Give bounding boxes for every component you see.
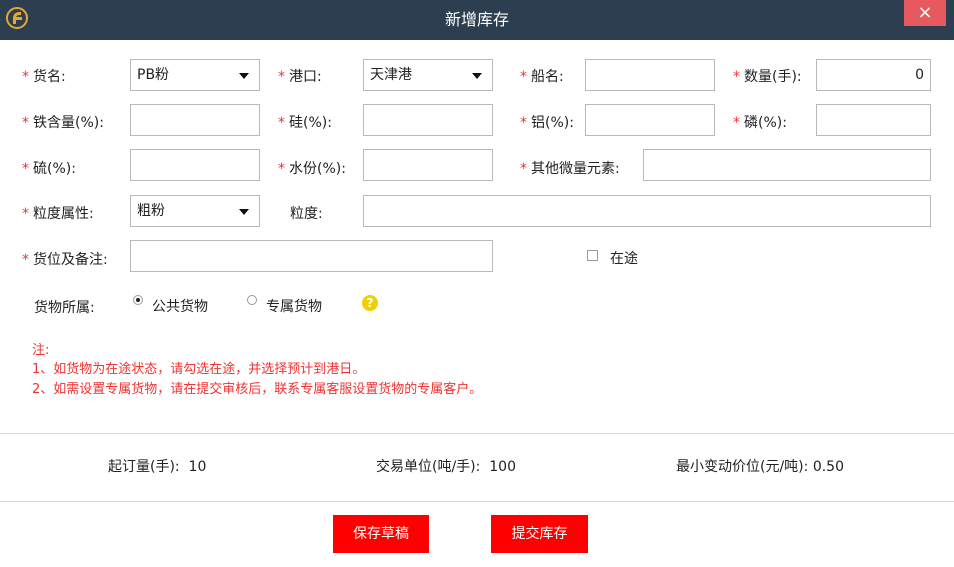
divider-top <box>0 433 954 434</box>
iron-label: * 铁含量(%): <box>22 115 104 131</box>
location-remark-label: * 货位及备注: <box>22 252 108 268</box>
iron-input[interactable] <box>130 104 260 136</box>
granularity-label: 粒度: <box>290 206 323 222</box>
aluminum-input[interactable] <box>585 104 715 136</box>
chevron-down-icon <box>239 209 249 215</box>
min-tick-info: 最小变动价位(元/吨): 0.50 <box>676 459 844 475</box>
goods-name-label: * 货名: <box>22 69 66 85</box>
exclusive-goods-radio[interactable] <box>247 295 257 305</box>
port-label: * 港口: <box>278 69 322 85</box>
port-select[interactable]: 天津港 <box>363 59 493 91</box>
granularity-input[interactable] <box>363 195 931 227</box>
silicon-label: * 硅(%): <box>278 115 332 131</box>
trace-elements-input[interactable] <box>643 149 931 181</box>
notes-title: 注: <box>32 343 50 358</box>
aluminum-label: * 铝(%): <box>520 115 574 131</box>
ship-name-input[interactable] <box>585 59 715 91</box>
sulfur-input[interactable] <box>130 149 260 181</box>
exclusive-goods-label: 专属货物 <box>266 299 322 315</box>
note-line-1: 1、如货物为在途状态，请勾选在途，并选择预计到港日。 <box>32 362 366 377</box>
quantity-label: * 数量(手): <box>733 69 802 85</box>
note-line-2: 2、如需设置专属货物，请在提交审核后，联系专属客服设置货物的专属客户。 <box>32 382 483 397</box>
ownership-label: 货物所属: <box>34 300 95 316</box>
trace-elements-label: * 其他微量元素: <box>520 161 620 177</box>
window-title: 新增库存 <box>444 10 509 29</box>
moisture-input[interactable] <box>363 149 493 181</box>
min-order-info: 起订量(手): 10 <box>108 459 207 475</box>
granularity-attr-select[interactable]: 粗粉 <box>130 195 260 227</box>
public-goods-radio[interactable] <box>133 295 143 305</box>
public-goods-label: 公共货物 <box>152 299 208 315</box>
quantity-input[interactable] <box>816 59 931 91</box>
sulfur-label: * 硫(%): <box>22 161 76 177</box>
help-icon[interactable]: ? <box>362 295 378 311</box>
moisture-label: * 水份(%): <box>278 161 346 177</box>
chevron-down-icon <box>239 73 249 79</box>
save-draft-button[interactable]: 保存草稿 <box>333 515 429 553</box>
in-transit-checkbox[interactable] <box>587 250 598 261</box>
chevron-down-icon <box>472 73 482 79</box>
close-button[interactable]: × <box>904 0 946 26</box>
submit-inventory-button[interactable]: 提交库存 <box>491 515 588 553</box>
ship-name-label: * 船名: <box>520 69 564 85</box>
goods-name-select[interactable]: PB粉 <box>130 59 260 91</box>
phosphorus-label: * 磷(%): <box>733 115 787 131</box>
phosphorus-input[interactable] <box>816 104 931 136</box>
location-remark-input[interactable] <box>130 240 493 272</box>
in-transit-label: 在途 <box>610 251 638 267</box>
divider-bottom <box>0 501 954 502</box>
trade-unit-info: 交易单位(吨/手): 100 <box>376 459 516 475</box>
granularity-attr-label: * 粒度属性: <box>22 206 94 222</box>
silicon-input[interactable] <box>363 104 493 136</box>
